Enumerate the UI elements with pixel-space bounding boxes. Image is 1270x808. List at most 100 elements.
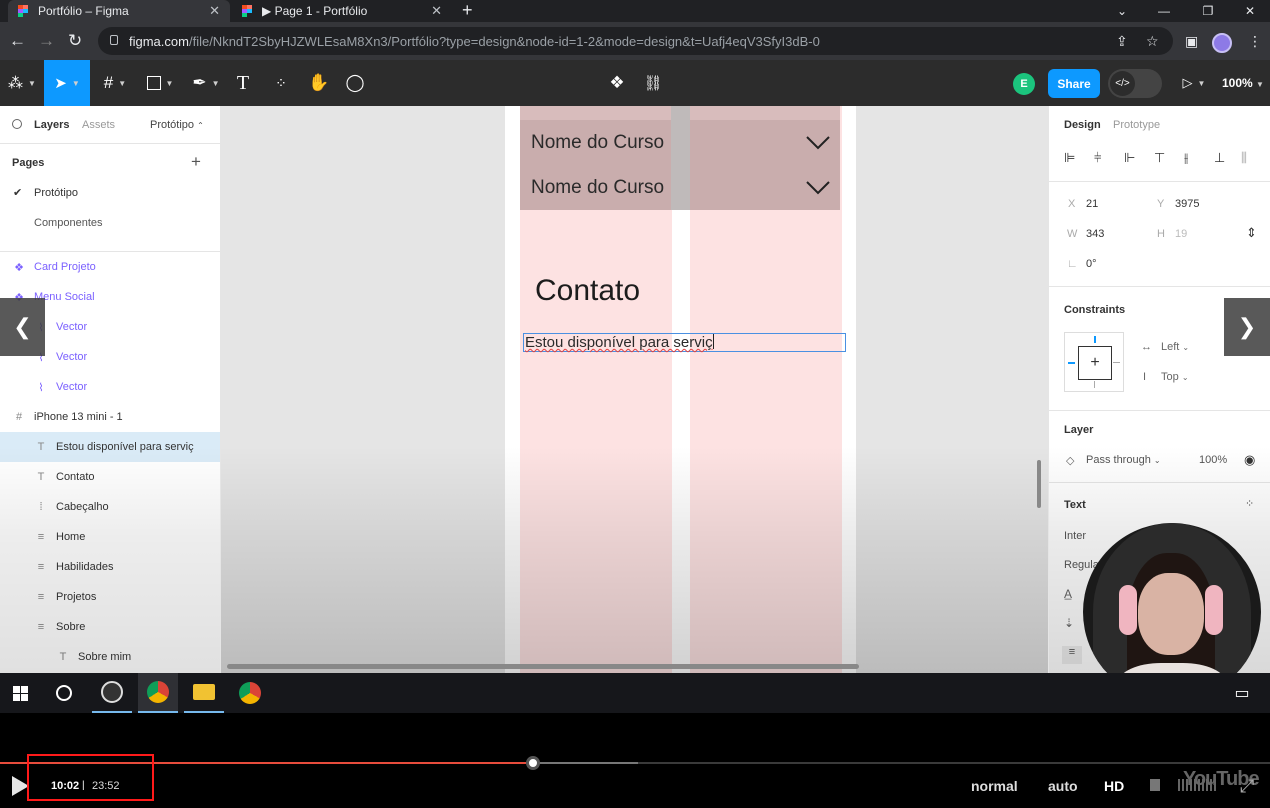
hd-button[interactable]: HD (1104, 778, 1124, 794)
vertical-scrollbar[interactable] (1037, 460, 1041, 508)
quality-button[interactable]: auto (1048, 778, 1078, 794)
layer-row[interactable]: ≡ Home (0, 522, 220, 552)
component-action-button[interactable]: ❖ (602, 60, 632, 106)
move-tool-button[interactable]: ➤ ▼ (44, 60, 90, 106)
align-center-h-icon[interactable]: ⫩ (1094, 150, 1101, 166)
layer-row[interactable]: ≡ Habilidades (0, 552, 220, 582)
chrome-menu-icon[interactable]: ⋮ (1248, 33, 1262, 50)
width-input[interactable]: 343 (1086, 228, 1104, 240)
rotation-input[interactable]: 0° (1086, 258, 1097, 270)
tab-prototype[interactable]: Prototype (1113, 119, 1160, 131)
search-icon[interactable] (12, 119, 22, 129)
side-panel-icon[interactable]: ▣ (1185, 33, 1198, 50)
layer-row[interactable]: # iPhone 13 mini - 1 (0, 402, 220, 432)
taskbar-app-chrome-icon[interactable] (138, 673, 178, 713)
layer-row[interactable]: ⌇ Vector (0, 372, 220, 402)
search-icon[interactable] (44, 673, 84, 713)
comment-tool-button[interactable]: ◯ (340, 60, 370, 106)
blend-mode-select[interactable]: Pass through ⌄ (1086, 454, 1161, 466)
eye-icon[interactable]: ◉ (1244, 452, 1255, 468)
horizontal-constraint-select[interactable]: Left ⌄ (1161, 341, 1189, 353)
chevron-down-icon[interactable] (806, 181, 830, 195)
course-name-text[interactable]: Nome do Curso (531, 177, 664, 199)
align-left-icon[interactable]: ⊫ (1064, 150, 1075, 166)
align-bottom-icon[interactable]: ⊥ (1214, 150, 1225, 166)
layer-row[interactable]: T Contato (0, 462, 220, 492)
progress-scrubber[interactable] (526, 756, 541, 770)
align-text-left-icon[interactable]: ≡ (1062, 646, 1082, 664)
collaborator-avatar[interactable]: E (1013, 73, 1035, 95)
next-arrow-icon[interactable]: ❯ (1224, 298, 1270, 356)
tab-layers[interactable]: Layers (34, 119, 69, 131)
forward-icon[interactable]: → (38, 31, 55, 51)
course-name-text[interactable]: Nome do Curso (531, 132, 664, 154)
layer-row[interactable]: T Sobre mim (0, 642, 220, 672)
constrain-proportions-icon[interactable]: ⇕ (1246, 225, 1257, 241)
design-canvas[interactable]: Nome do Curso Nome do Curso Contato Esto… (221, 106, 1048, 673)
page-selector[interactable]: Protótipo ⌃ (150, 119, 204, 131)
tab-close-icon[interactable]: ✕ (431, 3, 442, 19)
previous-arrow-icon[interactable]: ❮ (0, 298, 45, 356)
layer-row[interactable]: ≡ Projetos (0, 582, 220, 612)
back-icon[interactable]: ← (9, 31, 26, 51)
courses-accordion[interactable]: Nome do Curso Nome do Curso (520, 106, 840, 210)
layer-row[interactable]: ≡ Sobre (0, 612, 220, 642)
layer-row[interactable]: T Estou disponível para serviç (0, 432, 220, 462)
tab-design[interactable]: Design (1064, 119, 1101, 131)
reload-icon[interactable]: ↻ (68, 31, 82, 51)
frame-tool-button[interactable]: # ▼ (96, 60, 134, 106)
horizontal-scrollbar[interactable] (227, 664, 859, 669)
align-right-icon[interactable]: ⊩ (1124, 150, 1135, 166)
constraints-widget[interactable]: + (1064, 332, 1124, 392)
shape-tool-button[interactable]: ▼ (140, 60, 180, 106)
profile-avatar[interactable] (1212, 33, 1232, 53)
new-tab-button[interactable]: + (462, 0, 473, 22)
fullscreen-icon[interactable]: ⤢ (1240, 776, 1254, 797)
contato-heading[interactable]: Contato (535, 274, 640, 308)
page-item-componentes[interactable]: Componentes (34, 217, 103, 229)
taskbar-file-explorer-icon[interactable] (184, 673, 224, 713)
layer-row[interactable]: ❖ Card Projeto (0, 252, 220, 282)
minimize-button[interactable]: — (1144, 0, 1184, 22)
height-input[interactable]: 19 (1175, 228, 1187, 240)
address-bar[interactable]: figma.com/file/NkndT2SbyHJZWLEsaM8Xn3/Po… (98, 27, 1173, 55)
tab-figma[interactable]: Portfólio – Figma ✕ (8, 0, 230, 22)
playback-speed-button[interactable]: normal (971, 778, 1018, 794)
resources-button[interactable]: ⁘ (266, 60, 296, 106)
zoom-level[interactable]: 100% ▼ (1222, 76, 1264, 90)
y-input[interactable]: 3975 (1175, 198, 1199, 210)
add-page-icon[interactable]: + (191, 152, 201, 172)
main-menu-button[interactable]: ⁂ ▼ (0, 60, 44, 106)
tab-assets[interactable]: Assets (82, 119, 115, 131)
share-button[interactable]: Share (1048, 69, 1100, 98)
distribute-icon[interactable]: ⫼ (1241, 150, 1247, 166)
text-tool-button[interactable]: T (228, 60, 258, 106)
align-top-icon[interactable]: ⊤ (1154, 150, 1165, 166)
chevron-down-icon[interactable] (806, 136, 830, 150)
font-family-select[interactable]: Inter (1064, 530, 1086, 542)
tab-search-icon[interactable]: ⌄ (1102, 0, 1142, 22)
tab-page-1[interactable]: ▶ Page 1 - Portfólio ✕ (232, 0, 452, 22)
pen-tool-button[interactable]: ✒ ▼ (186, 60, 226, 106)
close-window-button[interactable]: ✕ (1230, 0, 1270, 22)
x-input[interactable]: 21 (1086, 198, 1098, 210)
vertical-constraint-select[interactable]: Top ⌄ (1161, 371, 1189, 383)
text-edit-box[interactable]: Estou disponível para serviç (523, 333, 846, 352)
share-page-icon[interactable]: ⇪ (1116, 33, 1128, 50)
restore-button[interactable]: ❐ (1188, 0, 1228, 22)
text-styles-icon[interactable]: ⁘ (1245, 497, 1254, 510)
hand-tool-button[interactable]: ✋ (304, 60, 334, 106)
taskbar-app-chrome-icon[interactable] (230, 673, 270, 713)
align-middle-v-icon[interactable]: ⫲ (1184, 150, 1188, 166)
page-item-prototipo[interactable]: Protótipo (34, 187, 78, 199)
opacity-input[interactable]: 100% (1199, 454, 1227, 466)
taskbar-app-obs-icon[interactable] (92, 673, 132, 713)
present-button[interactable]: ▷ ▼ (1176, 60, 1212, 106)
notification-center-icon[interactable]: ▭ (1222, 673, 1262, 713)
volume-icon[interactable] (1150, 779, 1160, 791)
link-action-button[interactable]: ⛓ (638, 60, 668, 106)
tab-close-icon[interactable]: ✕ (209, 3, 220, 19)
dev-mode-toggle[interactable]: </> (1108, 69, 1162, 98)
bookmark-star-icon[interactable]: ☆ (1146, 33, 1159, 50)
layer-row[interactable]: ⁞ Cabeçalho (0, 492, 220, 522)
